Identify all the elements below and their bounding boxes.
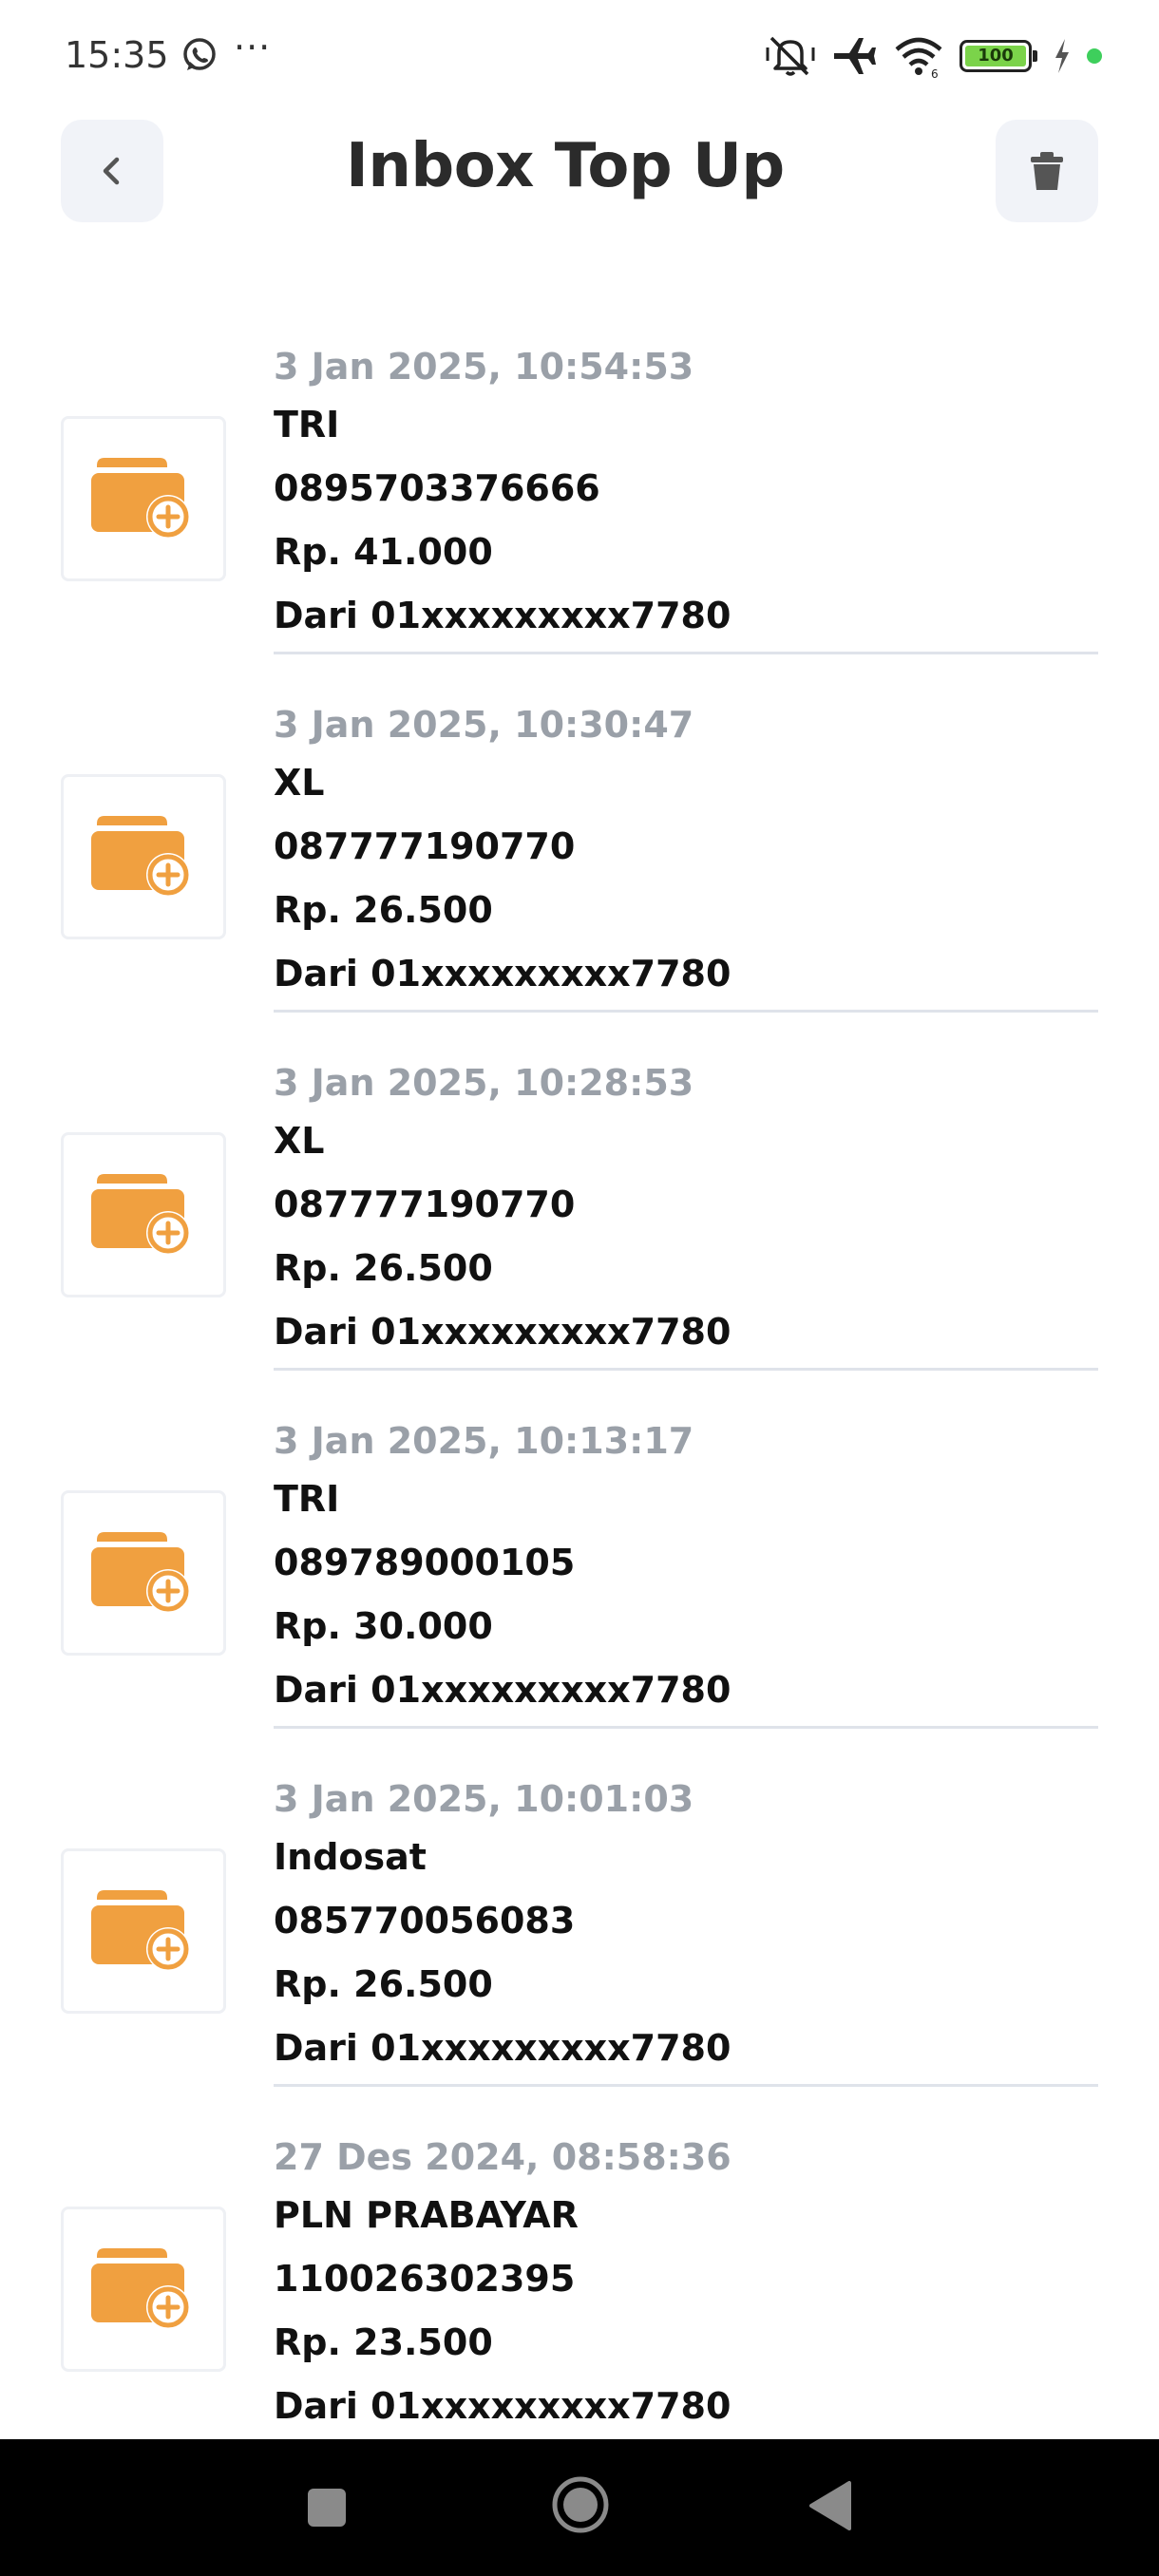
charging-icon bbox=[1055, 39, 1069, 73]
item-source: Dari 01xxxxxxxxx7780 bbox=[274, 1311, 732, 1353]
battery-icon: 100 bbox=[960, 40, 1037, 72]
wallet-add-icon bbox=[91, 1174, 190, 1255]
list-item[interactable]: 3 Jan 2025, 10:54:53 TRI 0895703376666 R… bbox=[0, 332, 1159, 691]
topup-item-icon bbox=[61, 1490, 226, 1656]
divider bbox=[274, 2084, 1098, 2087]
item-date: 3 Jan 2025, 10:54:53 bbox=[274, 346, 694, 388]
divider bbox=[274, 1726, 1098, 1729]
divider bbox=[274, 1010, 1098, 1013]
status-icons: 6 100 bbox=[766, 32, 1102, 80]
wallet-add-icon bbox=[91, 816, 190, 897]
screen: 15:35 ··· 6 100 Inbox Top Up 3 Jan 2025,… bbox=[0, 0, 1159, 2576]
wallet-add-icon bbox=[91, 1532, 190, 1613]
list-item[interactable]: 3 Jan 2025, 10:01:03 Indosat 08577005608… bbox=[0, 1765, 1159, 2123]
whatsapp-icon bbox=[183, 38, 216, 70]
item-source: Dari 01xxxxxxxxx7780 bbox=[274, 2385, 732, 2427]
item-date: 3 Jan 2025, 10:28:53 bbox=[274, 1062, 694, 1104]
item-details: 3 Jan 2025, 10:28:53 XL 087777190770 Rp.… bbox=[274, 1049, 1098, 1364]
item-date: 3 Jan 2025, 10:30:47 bbox=[274, 704, 694, 746]
item-details: 27 Des 2024, 08:58:36 PLN PRABAYAR 11002… bbox=[274, 2123, 1098, 2438]
list-item[interactable]: 3 Jan 2025, 10:13:17 TRI 089789000105 Rp… bbox=[0, 1407, 1159, 1765]
battery-percentage: 100 bbox=[978, 46, 1014, 66]
item-source: Dari 01xxxxxxxxx7780 bbox=[274, 953, 732, 994]
wallet-add-icon bbox=[91, 458, 190, 539]
topup-item-icon bbox=[61, 774, 226, 939]
item-amount: Rp. 41.000 bbox=[274, 531, 493, 573]
item-amount: Rp. 26.500 bbox=[274, 1963, 493, 2005]
topup-item-icon bbox=[61, 1848, 226, 2014]
item-phone-number: 087777190770 bbox=[274, 1184, 576, 1225]
item-date: 27 Des 2024, 08:58:36 bbox=[274, 2136, 732, 2178]
item-details: 3 Jan 2025, 10:54:53 TRI 0895703376666 R… bbox=[274, 332, 1098, 648]
topup-item-icon bbox=[61, 1132, 226, 1297]
item-provider: XL bbox=[274, 1120, 325, 1162]
list-item[interactable]: 3 Jan 2025, 10:30:47 XL 087777190770 Rp.… bbox=[0, 691, 1159, 1049]
item-source: Dari 01xxxxxxxxx7780 bbox=[274, 595, 732, 636]
navigation-bar bbox=[0, 2439, 1159, 2576]
status-bar: 15:35 ··· 6 100 bbox=[0, 0, 1159, 112]
item-phone-number: 0895703376666 bbox=[274, 467, 600, 509]
item-phone-number: 110026302395 bbox=[274, 2258, 576, 2300]
trash-icon bbox=[1031, 152, 1063, 190]
inbox-list: 3 Jan 2025, 10:54:53 TRI 0895703376666 R… bbox=[0, 332, 1159, 2481]
item-phone-number: 089789000105 bbox=[274, 1542, 576, 1583]
item-provider: TRI bbox=[274, 1478, 340, 1520]
item-provider: Indosat bbox=[274, 1836, 427, 1878]
item-amount: Rp. 30.000 bbox=[274, 1605, 493, 1647]
item-provider: XL bbox=[274, 762, 325, 804]
item-details: 3 Jan 2025, 10:30:47 XL 087777190770 Rp.… bbox=[274, 691, 1098, 1006]
divider bbox=[274, 1368, 1098, 1371]
home-button[interactable] bbox=[551, 2475, 610, 2534]
wallet-add-icon bbox=[91, 1890, 190, 1971]
airplane-icon bbox=[834, 38, 876, 74]
item-amount: Rp. 26.500 bbox=[274, 889, 493, 931]
header: Inbox Top Up bbox=[0, 112, 1159, 283]
item-date: 3 Jan 2025, 10:01:03 bbox=[274, 1778, 694, 1820]
green-indicator-dot bbox=[1087, 48, 1102, 64]
item-details: 3 Jan 2025, 10:01:03 Indosat 08577005608… bbox=[274, 1765, 1098, 2080]
svg-text:6: 6 bbox=[931, 67, 939, 78]
topup-item-icon bbox=[61, 2207, 226, 2372]
item-source: Dari 01xxxxxxxxx7780 bbox=[274, 1669, 732, 1711]
chevron-left-icon bbox=[103, 157, 120, 185]
topup-item-icon bbox=[61, 416, 226, 581]
page-title: Inbox Top Up bbox=[346, 131, 785, 201]
item-provider: TRI bbox=[274, 404, 340, 445]
recents-button[interactable] bbox=[308, 2489, 346, 2527]
battery-level: 100 bbox=[965, 46, 1026, 66]
item-details: 3 Jan 2025, 10:13:17 TRI 089789000105 Rp… bbox=[274, 1407, 1098, 1722]
status-more-dots: ··· bbox=[234, 27, 272, 68]
item-phone-number: 087777190770 bbox=[274, 825, 576, 867]
nav-back-button[interactable] bbox=[808, 2479, 853, 2532]
wifi-icon: 6 bbox=[895, 37, 942, 78]
divider bbox=[274, 652, 1098, 654]
item-source: Dari 01xxxxxxxxx7780 bbox=[274, 2027, 732, 2069]
item-amount: Rp. 26.500 bbox=[274, 1247, 493, 1289]
back-button[interactable] bbox=[61, 120, 163, 222]
item-date: 3 Jan 2025, 10:13:17 bbox=[274, 1420, 694, 1462]
list-item[interactable]: 3 Jan 2025, 10:28:53 XL 087777190770 Rp.… bbox=[0, 1049, 1159, 1407]
mute-icon bbox=[766, 36, 815, 76]
item-provider: PLN PRABAYAR bbox=[274, 2194, 579, 2236]
item-phone-number: 085770056083 bbox=[274, 1900, 576, 1941]
wallet-add-icon bbox=[91, 2248, 190, 2329]
delete-button[interactable] bbox=[996, 120, 1098, 222]
list-item[interactable]: 27 Des 2024, 08:58:36 PLN PRABAYAR 11002… bbox=[0, 2123, 1159, 2481]
item-amount: Rp. 23.500 bbox=[274, 2321, 493, 2363]
status-time: 15:35 bbox=[65, 34, 169, 76]
